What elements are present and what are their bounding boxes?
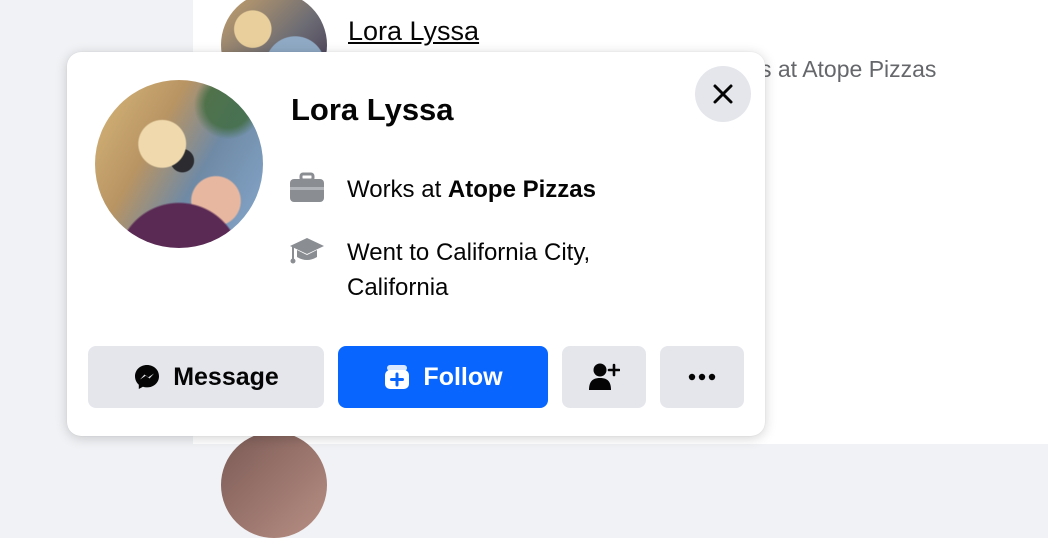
work-info-text: Works at Atope Pizzas <box>347 172 596 207</box>
background-profile-subtitle: s at Atope Pizzas <box>760 56 937 82</box>
add-friend-button[interactable] <box>562 346 646 408</box>
briefcase-icon <box>290 172 324 202</box>
work-prefix: Works at <box>347 176 448 203</box>
more-icon <box>688 373 716 381</box>
close-button[interactable] <box>695 66 751 122</box>
follow-icon <box>385 365 410 389</box>
work-place-link[interactable]: Atope Pizzas <box>448 176 596 203</box>
profile-avatar[interactable] <box>95 80 263 248</box>
education-place-line2[interactable]: California <box>347 270 590 305</box>
education-info-row: Went to California City, California <box>289 235 590 305</box>
avatar-photo-detail <box>183 80 263 140</box>
follow-button[interactable]: Follow <box>338 346 548 408</box>
more-options-button[interactable] <box>660 346 744 408</box>
follow-button-label: Follow <box>423 362 503 391</box>
profile-name[interactable]: Lora Lyssa <box>291 92 454 128</box>
profile-hover-card: Lora Lyssa Works at Atope Pizzas Went to… <box>67 52 765 436</box>
work-info-row: Works at Atope Pizzas <box>289 172 596 207</box>
background-next-avatar[interactable] <box>221 432 327 538</box>
close-icon <box>713 84 733 104</box>
message-button[interactable]: Message <box>88 346 324 408</box>
education-prefix: Went to <box>347 239 436 266</box>
education-info-text: Went to California City, California <box>347 235 590 305</box>
messenger-icon <box>135 365 160 389</box>
add-friend-icon <box>589 363 620 390</box>
education-place-line1[interactable]: California City, <box>436 239 590 266</box>
graduation-cap-icon <box>290 238 324 264</box>
message-button-label: Message <box>173 362 279 391</box>
background-profile-name[interactable]: Lora Lyssa <box>348 16 479 47</box>
